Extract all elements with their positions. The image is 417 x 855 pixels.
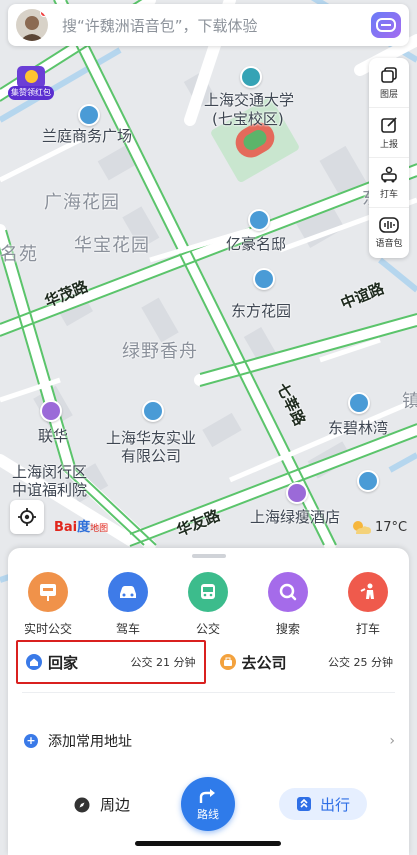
briefcase-icon	[219, 654, 236, 670]
quick-realtime-bus[interactable]: 实时公交	[8, 572, 88, 637]
university-poi-icon[interactable]	[240, 66, 262, 88]
notification-dot	[40, 9, 48, 17]
promo-label: 集赞领红包	[8, 86, 54, 100]
layers-button[interactable]: 图层	[369, 58, 409, 108]
taxi-person-icon	[348, 572, 388, 612]
map-area-label: 绿野香舟	[122, 341, 198, 362]
hotel-poi-icon[interactable]	[286, 482, 308, 504]
map-label[interactable]: 上海华友实业	[106, 429, 196, 448]
quick-label: 驾车	[115, 622, 140, 636]
map-tools: 图层 上报 打车 语音包	[369, 58, 409, 258]
search-bar[interactable]: 搜“许魏洲语音包”，下载体验	[8, 4, 409, 46]
divider	[22, 692, 395, 693]
report-label: 上报	[379, 139, 398, 150]
map-label[interactable]: 联华	[38, 427, 68, 446]
bus-icon	[188, 572, 228, 612]
map-area-label: 华宝花园	[74, 235, 150, 256]
building-poi-icon[interactable]	[78, 104, 100, 126]
taxi-tool-label: 打车	[379, 189, 398, 200]
plus-icon: +	[24, 734, 38, 748]
voice-assistant-icon	[376, 18, 396, 32]
weather-widget[interactable]: 17°C	[350, 519, 407, 535]
nearby-button[interactable]: 周边	[74, 794, 130, 815]
locate-button[interactable]	[10, 500, 44, 534]
map-label[interactable]: 中谊福利院	[12, 481, 87, 500]
map-label[interactable]: 兰庭商务广场	[42, 127, 132, 146]
layers-label: 图层	[379, 89, 398, 100]
quick-label: 实时公交	[23, 622, 72, 636]
search-input[interactable]: 搜“许魏洲语音包”，下载体验	[62, 15, 371, 36]
add-address-label: 添加常用地址	[48, 734, 132, 750]
route-button[interactable]: 路线	[181, 777, 235, 831]
map-label[interactable]: 上海绿瘦酒店	[250, 508, 340, 527]
logo-bai: Bai	[54, 520, 78, 535]
compass-icon	[74, 797, 90, 812]
map-label[interactable]: 上海交通大学	[204, 91, 294, 110]
building-poi-icon[interactable]	[348, 392, 370, 414]
report-icon	[381, 116, 397, 133]
map-label[interactable]: 东碧林湾	[328, 419, 388, 438]
report-button[interactable]: 上报	[369, 108, 409, 158]
red-packet-promo[interactable]: 集赞领红包	[8, 66, 54, 104]
building-poi-icon[interactable]	[248, 209, 270, 231]
logo-map: 地图	[90, 524, 109, 534]
work-eta: 公交 25 分钟	[328, 656, 393, 669]
taxi-icon	[381, 166, 397, 182]
temperature-text: 17°C	[375, 519, 408, 535]
shopping-poi-icon[interactable]	[40, 400, 62, 422]
car-icon	[108, 572, 148, 612]
home-icon	[26, 654, 42, 670]
baidu-map-logo: Bai度地图	[54, 516, 108, 535]
home-eta: 公交 21 分钟	[130, 656, 196, 669]
map-area-label: 广海花园	[44, 192, 120, 213]
search-icon	[268, 572, 308, 612]
home-indicator	[135, 841, 281, 846]
building-poi-icon[interactable]	[253, 268, 275, 290]
logo-du: 度	[77, 520, 91, 535]
quick-actions: 实时公交 驾车 公交 搜索 打车	[8, 572, 409, 637]
quick-transit[interactable]: 公交	[168, 572, 248, 637]
work-label: 去公司	[241, 653, 287, 672]
layers-icon	[381, 66, 397, 83]
drag-handle[interactable]	[192, 554, 226, 558]
coin-icon	[25, 70, 38, 83]
quick-drive[interactable]: 驾车	[88, 572, 168, 637]
nearby-label: 周边	[100, 796, 131, 814]
route-label: 路线	[197, 807, 219, 821]
building-poi-icon[interactable]	[357, 470, 379, 492]
building-poi-icon[interactable]	[142, 400, 164, 422]
taxi-tool-button[interactable]: 打车	[369, 158, 409, 208]
crosshair-icon	[18, 508, 36, 526]
map-area-label: 名苑	[0, 244, 38, 265]
quick-label: 打车	[355, 622, 380, 636]
voice-pack-button[interactable]: 语音包	[369, 208, 409, 258]
add-common-address[interactable]: + 添加常用地址 ›	[24, 724, 395, 758]
route-arrow-icon	[199, 788, 215, 803]
user-avatar[interactable]	[16, 9, 48, 41]
shortcut-addresses: 回家 公交 21 分钟 去公司 公交 25 分钟	[16, 640, 401, 684]
travel-icon	[296, 797, 311, 811]
travel-label: 出行	[319, 795, 350, 814]
map-label[interactable]: 东方花园	[231, 302, 291, 321]
chevron-right-icon: ›	[389, 733, 395, 749]
map-label[interactable]: (七宝校区)	[212, 110, 284, 129]
map-label[interactable]: 亿豪名邸	[226, 235, 286, 254]
bottom-panel: 实时公交 驾车 公交 搜索 打车 回家 公交 21 分钟 去公司 公交 25 分…	[8, 548, 409, 855]
quick-search[interactable]: 搜索	[248, 572, 328, 637]
travel-button[interactable]: 出行	[279, 788, 367, 820]
voice-pack-icon	[379, 217, 399, 233]
voice-pack-label: 语音包	[375, 239, 403, 249]
quick-taxi[interactable]: 打车	[328, 572, 408, 637]
quick-label: 公交	[195, 622, 220, 636]
home-label: 回家	[48, 653, 79, 672]
map-label[interactable]: 有限公司	[121, 447, 181, 466]
go-work-button[interactable]: 去公司 公交 25 分钟	[212, 640, 402, 684]
bus-stop-icon	[28, 572, 68, 612]
map-label[interactable]: 上海闵行区	[12, 463, 87, 482]
voice-assistant-button[interactable]	[371, 12, 401, 38]
go-home-button[interactable]: 回家 公交 21 分钟	[16, 640, 206, 684]
quick-label: 搜索	[275, 622, 300, 636]
map-area-label: 镇	[402, 391, 417, 412]
sun-cloud-icon	[353, 521, 371, 534]
